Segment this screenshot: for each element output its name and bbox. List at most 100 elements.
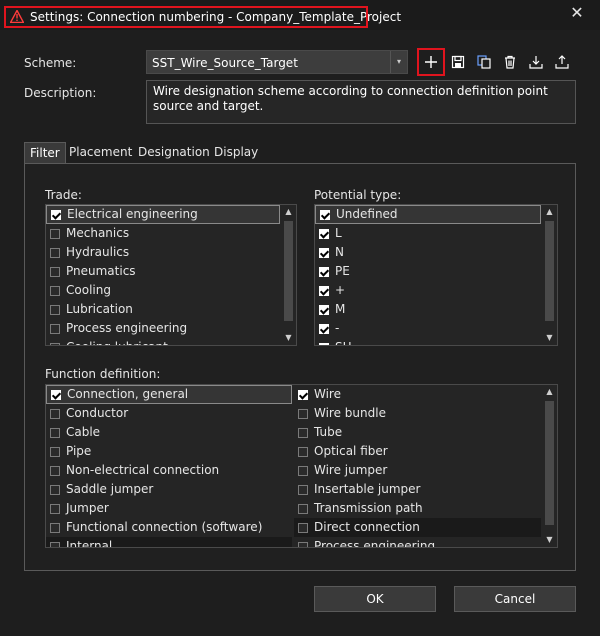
list-item[interactable]: Cooling lubricant bbox=[46, 338, 280, 345]
checkbox[interactable] bbox=[50, 286, 60, 296]
list-item[interactable]: Cable bbox=[46, 423, 292, 442]
list-item[interactable]: Electrical engineering bbox=[46, 205, 280, 224]
scroll-up-icon[interactable]: ▲ bbox=[281, 205, 296, 219]
list-item[interactable]: Transmission path bbox=[294, 499, 541, 518]
checkbox[interactable] bbox=[298, 523, 308, 533]
checkbox[interactable] bbox=[50, 248, 60, 258]
tab-filter[interactable]: Filter bbox=[24, 142, 66, 164]
scroll-down-icon[interactable]: ▼ bbox=[542, 533, 557, 547]
list-item[interactable]: N bbox=[315, 243, 541, 262]
checkbox[interactable] bbox=[298, 485, 308, 495]
checkbox[interactable] bbox=[50, 542, 60, 547]
chevron-down-icon[interactable]: ▾ bbox=[390, 51, 407, 73]
list-item-label: Functional connection (software) bbox=[66, 520, 263, 534]
checkbox[interactable] bbox=[50, 343, 60, 345]
list-item[interactable]: Process engineering bbox=[46, 319, 280, 338]
list-item[interactable]: Pneumatics bbox=[46, 262, 280, 281]
list-item[interactable]: Connection, general bbox=[46, 385, 292, 404]
list-item[interactable]: Pipe bbox=[46, 442, 292, 461]
list-item[interactable]: Conductor bbox=[46, 404, 292, 423]
import-scheme-button[interactable] bbox=[524, 50, 548, 74]
checkbox[interactable] bbox=[50, 447, 60, 457]
delete-scheme-button[interactable] bbox=[498, 50, 522, 74]
list-item[interactable]: PE bbox=[315, 262, 541, 281]
checkbox[interactable] bbox=[320, 210, 330, 220]
list-item[interactable]: + bbox=[315, 281, 541, 300]
trade-list[interactable]: Cooling lubricant Process engineering Lubr… bbox=[45, 204, 297, 346]
checkbox[interactable] bbox=[319, 305, 329, 315]
list-item[interactable]: Optical fiber bbox=[294, 442, 541, 461]
export-scheme-button[interactable] bbox=[550, 50, 574, 74]
list-item[interactable]: Mechanics bbox=[46, 224, 280, 243]
scheme-select[interactable]: SST_Wire_Source_Target ▾ bbox=[146, 50, 408, 74]
tab-placement[interactable]: Placement bbox=[64, 142, 137, 164]
list-item[interactable]: Cooling bbox=[46, 281, 280, 300]
list-item[interactable]: Tube bbox=[294, 423, 541, 442]
checkbox[interactable] bbox=[50, 485, 60, 495]
checkbox[interactable] bbox=[50, 305, 60, 315]
import-icon bbox=[529, 56, 543, 69]
list-item[interactable]: M bbox=[315, 300, 541, 319]
list-item[interactable]: Wire bundle bbox=[294, 404, 541, 423]
checkbox[interactable] bbox=[319, 286, 329, 296]
checkbox[interactable] bbox=[298, 504, 308, 514]
scroll-up-icon[interactable]: ▲ bbox=[542, 205, 557, 219]
list-item[interactable]: - bbox=[315, 319, 541, 338]
list-item[interactable]: SH bbox=[315, 338, 541, 345]
checkbox[interactable] bbox=[50, 428, 60, 438]
scroll-down-icon[interactable]: ▼ bbox=[542, 331, 557, 345]
list-item[interactable]: Wire jumper bbox=[294, 461, 541, 480]
checkbox[interactable] bbox=[50, 267, 60, 277]
checkbox[interactable] bbox=[50, 324, 60, 334]
checkbox[interactable] bbox=[51, 390, 61, 400]
list-item[interactable]: Hydraulics bbox=[46, 243, 280, 262]
list-item[interactable]: Functional connection (software) bbox=[46, 518, 292, 537]
list-item[interactable]: Jumper bbox=[46, 499, 292, 518]
checkbox[interactable] bbox=[298, 447, 308, 457]
checkbox[interactable] bbox=[50, 229, 60, 239]
scroll-thumb[interactable] bbox=[545, 401, 554, 525]
checkbox[interactable] bbox=[50, 466, 60, 476]
list-item[interactable]: Saddle jumper bbox=[46, 480, 292, 499]
tab-designation[interactable]: Designation bbox=[133, 142, 215, 164]
save-scheme-button[interactable] bbox=[446, 50, 470, 74]
potential-scrollbar[interactable]: ▲ ▼ bbox=[542, 205, 557, 345]
close-icon[interactable]: ✕ bbox=[566, 2, 588, 24]
scroll-down-icon[interactable]: ▼ bbox=[281, 331, 296, 345]
list-item[interactable]: Internal bbox=[46, 537, 292, 547]
checkbox[interactable] bbox=[319, 267, 329, 277]
scroll-up-icon[interactable]: ▲ bbox=[542, 385, 557, 399]
list-item[interactable]: Direct connection bbox=[294, 518, 541, 537]
checkbox[interactable] bbox=[50, 504, 60, 514]
list-item[interactable]: Lubrication bbox=[46, 300, 280, 319]
tab-display[interactable]: Display bbox=[209, 142, 263, 164]
description-field[interactable]: Wire designation scheme according to con… bbox=[146, 80, 576, 124]
list-item[interactable]: Wire bbox=[294, 385, 541, 404]
checkbox[interactable] bbox=[298, 542, 308, 547]
list-item[interactable]: Undefined bbox=[315, 205, 541, 224]
ok-button[interactable]: OK bbox=[314, 586, 436, 612]
checkbox[interactable] bbox=[319, 343, 329, 345]
checkbox[interactable] bbox=[298, 409, 308, 419]
function-scrollbar[interactable]: ▲ ▼ bbox=[542, 385, 557, 547]
checkbox[interactable] bbox=[319, 248, 329, 258]
scroll-thumb[interactable] bbox=[284, 221, 293, 321]
checkbox[interactable] bbox=[50, 523, 60, 533]
checkbox[interactable] bbox=[298, 428, 308, 438]
checkbox[interactable] bbox=[298, 390, 308, 400]
potential-type-list[interactable]: SH - M + PE NL Undefined ▲ ▼ bbox=[314, 204, 558, 346]
checkbox[interactable] bbox=[298, 466, 308, 476]
list-item[interactable]: L bbox=[315, 224, 541, 243]
cancel-button[interactable]: Cancel bbox=[454, 586, 576, 612]
checkbox[interactable] bbox=[50, 409, 60, 419]
checkbox[interactable] bbox=[319, 229, 329, 239]
copy-scheme-button[interactable] bbox=[472, 50, 496, 74]
checkbox[interactable] bbox=[51, 210, 61, 220]
trade-scrollbar[interactable]: ▲ ▼ bbox=[281, 205, 296, 345]
function-definition-list[interactable]: Process engineering Direct connection Tran… bbox=[45, 384, 558, 548]
list-item[interactable]: Non-electrical connection bbox=[46, 461, 292, 480]
list-item[interactable]: Insertable jumper bbox=[294, 480, 541, 499]
checkbox[interactable] bbox=[319, 324, 329, 334]
scroll-thumb[interactable] bbox=[545, 221, 554, 321]
list-item[interactable]: Process engineering bbox=[294, 537, 541, 547]
